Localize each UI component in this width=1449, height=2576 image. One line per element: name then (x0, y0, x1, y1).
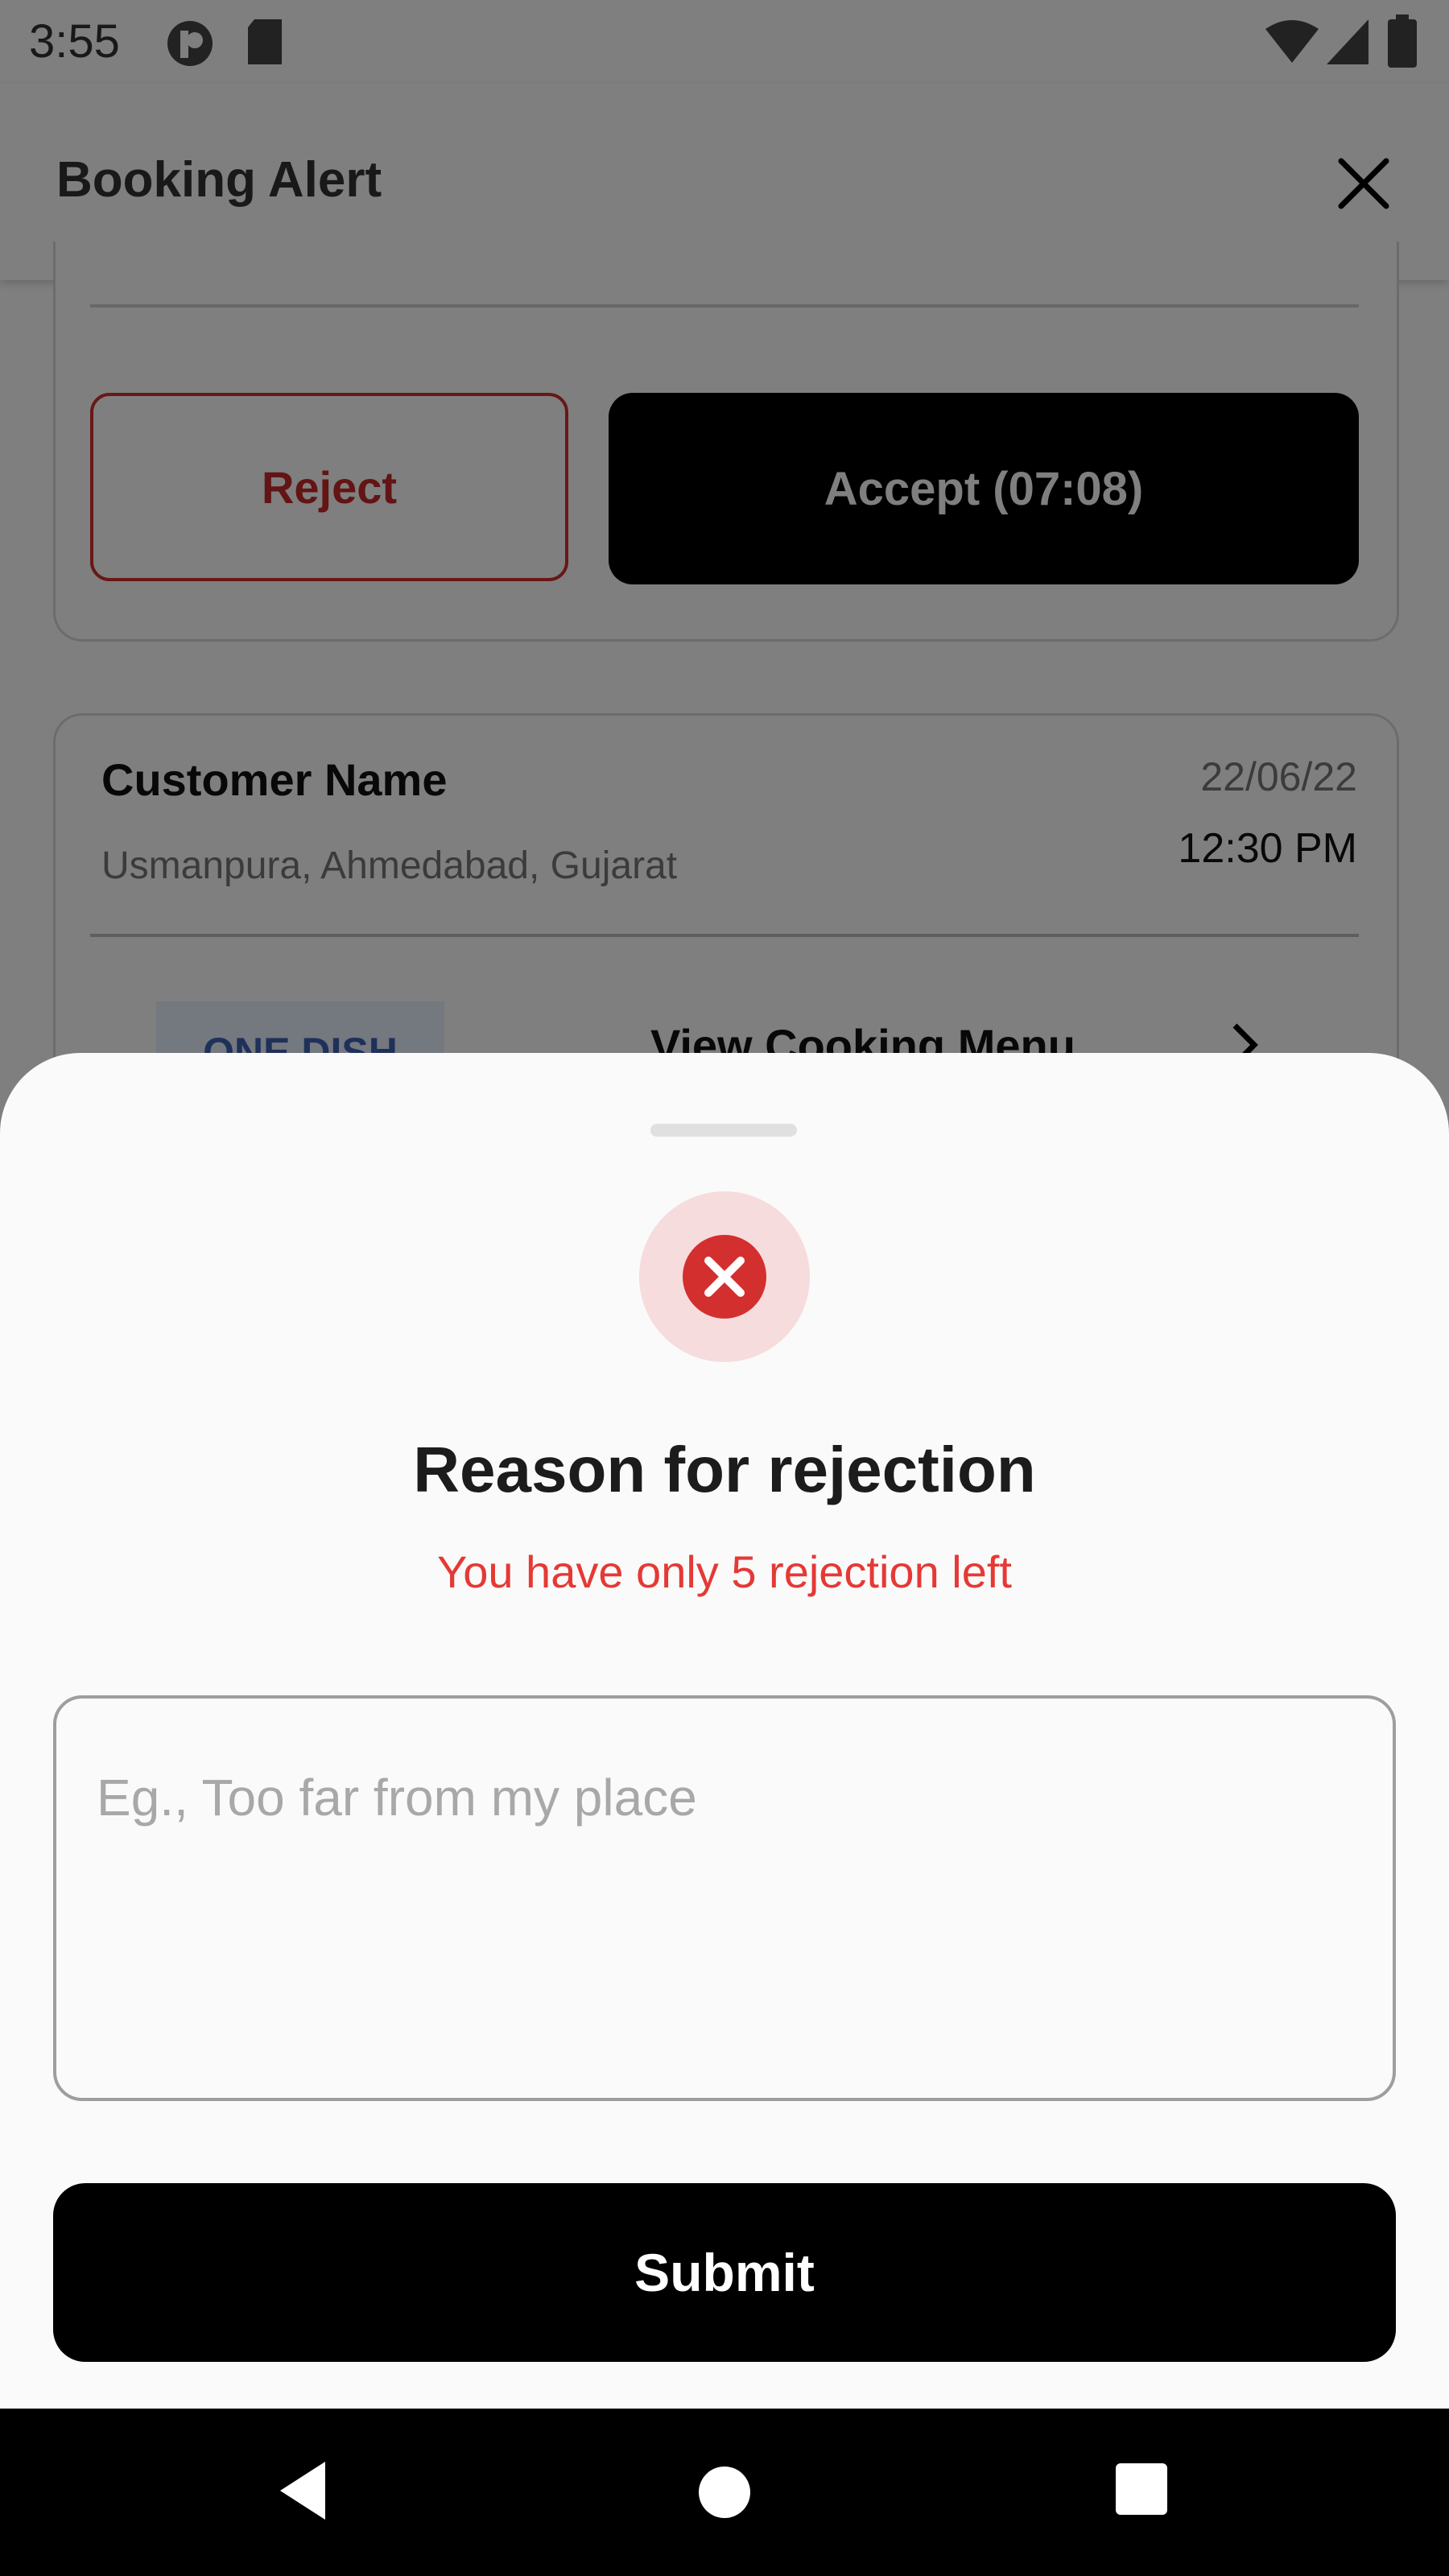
rejection-reason-input[interactable] (53, 1695, 1396, 2101)
rejections-left-text: You have only 5 rejection left (437, 1546, 1012, 1597)
nav-home-icon[interactable] (692, 2460, 757, 2524)
nav-back-icon[interactable] (274, 2457, 341, 2524)
drag-handle[interactable] (650, 1124, 797, 1137)
nav-recents-icon[interactable] (1114, 2462, 1169, 2516)
reject-x-icon (683, 1235, 766, 1319)
sheet-title: Reason for rejection (413, 1434, 1036, 1505)
submit-button[interactable]: Submit (53, 2183, 1396, 2362)
